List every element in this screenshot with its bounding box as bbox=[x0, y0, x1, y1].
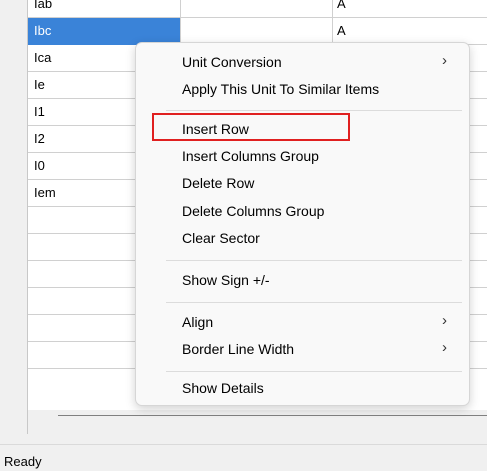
menu-item-insert-row[interactable]: Insert Row bbox=[136, 116, 469, 143]
name-cell[interactable]: Ibc bbox=[28, 18, 181, 45]
menu-item-unit-conversion[interactable]: Unit Conversion › bbox=[136, 49, 469, 76]
context-menu: Unit Conversion › Apply This Unit To Sim… bbox=[135, 42, 470, 406]
menu-item-label: Delete Columns Group bbox=[182, 203, 325, 219]
menu-item-label: Insert Columns Group bbox=[182, 148, 319, 164]
menu-separator bbox=[166, 371, 462, 372]
menu-separator bbox=[166, 260, 462, 261]
menu-item-insert-columns-group[interactable]: Insert Columns Group bbox=[136, 143, 469, 170]
horizontal-scrollbar[interactable] bbox=[27, 410, 487, 434]
value-cell[interactable] bbox=[181, 18, 333, 45]
menu-item-clear-sector[interactable]: Clear Sector bbox=[136, 225, 469, 252]
menu-item-label: Show Sign +/- bbox=[182, 272, 270, 288]
menu-item-border-line-width[interactable]: Border Line Width › bbox=[136, 336, 469, 363]
menu-item-show-sign[interactable]: Show Sign +/- bbox=[136, 267, 469, 294]
menu-item-show-details[interactable]: Show Details bbox=[136, 375, 469, 402]
menu-item-label: Border Line Width bbox=[182, 341, 295, 357]
menu-separator bbox=[166, 110, 462, 111]
menu-item-delete-row[interactable]: Delete Row bbox=[136, 170, 469, 197]
name-cell[interactable]: Iab bbox=[28, 0, 181, 18]
menu-item-label: Align bbox=[182, 314, 214, 330]
status-text: Ready bbox=[4, 454, 42, 469]
chevron-right-icon: › bbox=[442, 339, 447, 356]
table-row[interactable]: Iab A bbox=[28, 0, 487, 18]
scrollbar-track[interactable] bbox=[58, 415, 487, 416]
unit-cell[interactable]: A bbox=[333, 18, 487, 45]
value-cell[interactable] bbox=[181, 0, 333, 18]
menu-item-label: Clear Sector bbox=[182, 230, 260, 246]
menu-separator bbox=[166, 302, 462, 303]
menu-item-label: Delete Row bbox=[182, 175, 255, 191]
menu-item-label: Insert Row bbox=[182, 121, 249, 137]
menu-item-apply-unit[interactable]: Apply This Unit To Similar Items bbox=[136, 76, 469, 103]
unit-cell[interactable]: A bbox=[333, 0, 487, 18]
table-row[interactable]: Ibc A bbox=[28, 18, 487, 45]
menu-item-delete-columns-group[interactable]: Delete Columns Group bbox=[136, 198, 469, 225]
menu-item-label: Show Details bbox=[182, 380, 264, 396]
menu-item-label: Unit Conversion bbox=[182, 54, 282, 70]
menu-item-align[interactable]: Align › bbox=[136, 309, 469, 336]
menu-item-label: Apply This Unit To Similar Items bbox=[182, 81, 380, 97]
chevron-right-icon: › bbox=[442, 52, 447, 69]
status-bar: Ready bbox=[0, 444, 487, 471]
chevron-right-icon: › bbox=[442, 312, 447, 329]
